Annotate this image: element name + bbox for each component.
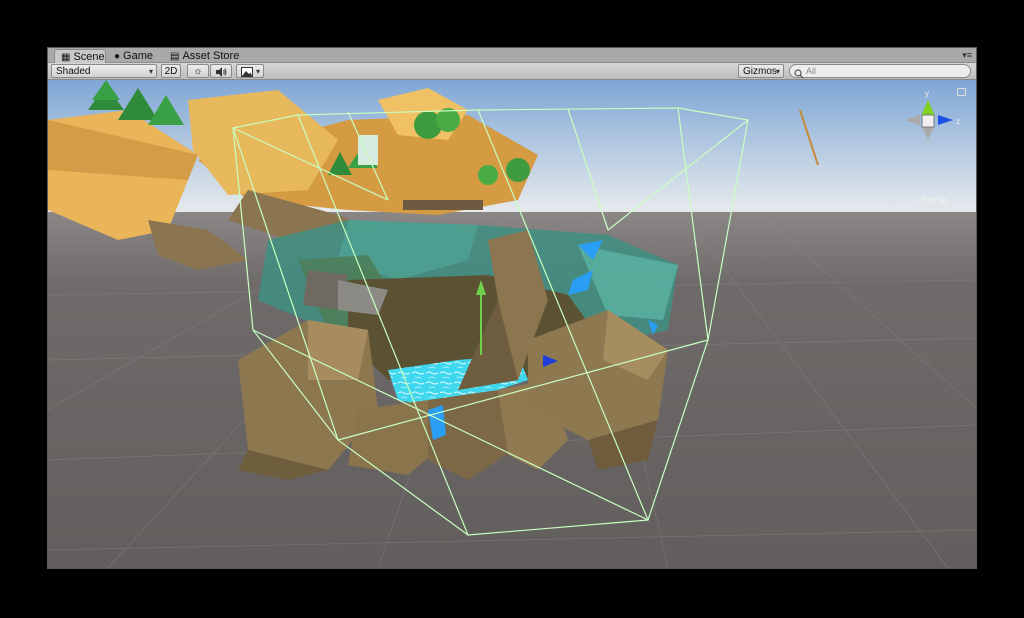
scene-toolbar: Shaded ▾ 2D ☼ ▾ Gizmos ▾ All bbox=[48, 63, 976, 80]
panel-menu-icon[interactable]: ▾≡ bbox=[962, 50, 972, 61]
projection-label: Persp bbox=[921, 195, 948, 206]
scene-lighting-toggle[interactable]: ☼ bbox=[187, 64, 209, 78]
search-placeholder: All bbox=[806, 66, 817, 76]
scene-render: y z bbox=[48, 80, 976, 568]
gizmo-center-cube[interactable] bbox=[921, 114, 935, 128]
scene-audio-toggle[interactable] bbox=[210, 64, 232, 78]
toggle-2d-button[interactable]: 2D bbox=[161, 64, 181, 78]
tab-game[interactable]: ● Game bbox=[108, 49, 160, 63]
cave-island bbox=[238, 220, 678, 480]
toggle-2d-label: 2D bbox=[164, 66, 178, 77]
tab-asset-store-label: Asset Store bbox=[182, 50, 240, 62]
chevron-down-icon: ▾ bbox=[148, 67, 153, 76]
draw-mode-value: Shaded bbox=[56, 66, 91, 77]
gizmo-z-label: z bbox=[956, 117, 960, 126]
projection-toggle[interactable]: ‹Persp bbox=[918, 195, 947, 206]
draw-mode-dropdown[interactable]: Shaded ▾ bbox=[51, 64, 157, 78]
tab-asset-store[interactable]: ▤ Asset Store bbox=[164, 49, 244, 63]
chevron-down-icon: ▾ bbox=[775, 67, 780, 76]
tab-scene[interactable]: ▦ Scene bbox=[54, 49, 106, 63]
scene-effects-dropdown[interactable]: ▾ bbox=[236, 64, 264, 78]
speaker-icon bbox=[215, 67, 227, 80]
scene-icon: ▦ bbox=[61, 52, 71, 63]
gizmos-label: Gizmos bbox=[743, 66, 777, 77]
scene-viewport[interactable]: y z ‹Persp bbox=[48, 80, 976, 568]
tab-game-label: Game bbox=[123, 50, 154, 62]
scene-view-window: ▦ Scene ● Game ▤ Asset Store ▾≡ Shaded ▾ 2D… bbox=[47, 47, 977, 569]
hierarchy-search-input[interactable]: All bbox=[789, 64, 971, 79]
tab-bar: ▦ Scene ● Game ▤ Asset Store ▾≡ bbox=[48, 48, 976, 63]
sun-icon: ☼ bbox=[193, 66, 203, 77]
chevron-down-icon: ▾ bbox=[255, 67, 260, 76]
gizmo-y-label: y bbox=[925, 89, 929, 98]
lock-icon[interactable] bbox=[957, 88, 966, 96]
game-controller-icon: ● bbox=[114, 51, 121, 62]
tab-scene-label: Scene bbox=[73, 51, 105, 63]
asset-store-icon: ▤ bbox=[170, 51, 180, 62]
gizmos-dropdown[interactable]: Gizmos ▾ bbox=[738, 64, 784, 78]
